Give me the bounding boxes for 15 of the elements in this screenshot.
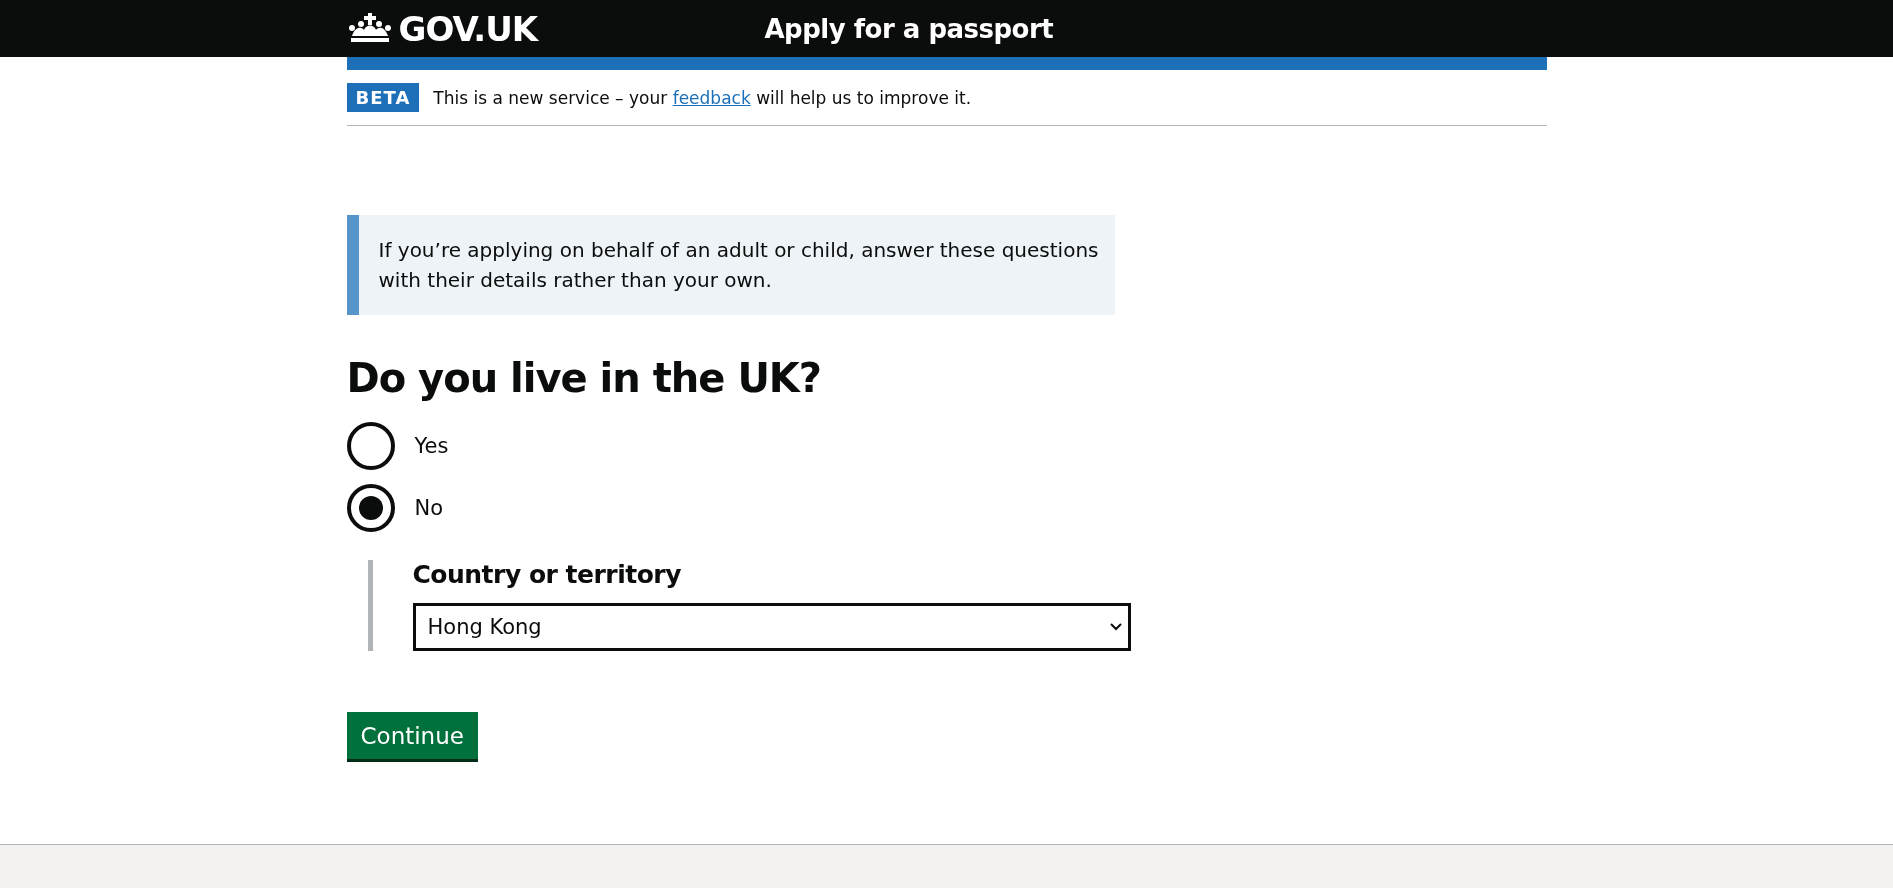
phase-banner-text: This is a new service – your feedback will help us to improve it.: [433, 87, 972, 108]
field-label: Country or territory: [412, 560, 682, 589]
country-select[interactable]: Hong Kong: [412, 603, 1131, 651]
radio-button[interactable]: [346, 484, 395, 532]
phase-tag: BETA: [346, 83, 420, 112]
question-heading: Do you live in the UK?: [346, 354, 823, 403]
continue-button[interactable]: Continue: [346, 712, 478, 759]
radio-label[interactable]: No: [414, 496, 444, 520]
govuk-logo-text[interactable]: GOV.UK: [398, 8, 538, 49]
feedback-link[interactable]: feedback: [672, 87, 751, 108]
chevron-down-icon: [1109, 623, 1122, 631]
service-name[interactable]: Apply for a passport: [764, 13, 1054, 44]
inset-text: If you’re applying on behalf of an adult or child, answer these questions with their details rather than your own.: [346, 215, 1115, 315]
radio-button[interactable]: [346, 422, 395, 470]
radio-label[interactable]: Yes: [414, 434, 449, 458]
